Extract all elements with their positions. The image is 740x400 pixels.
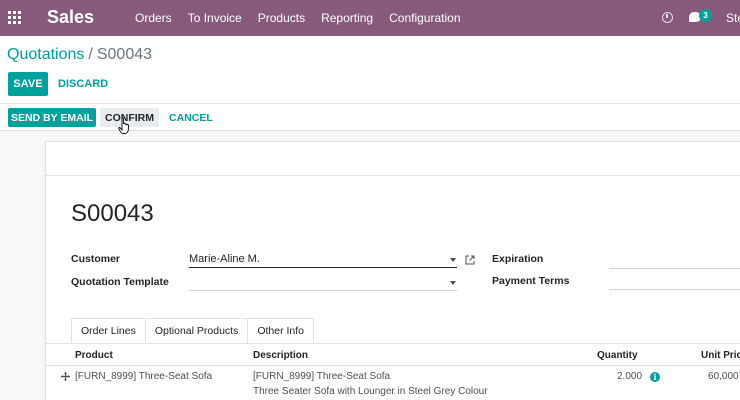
tab-order-lines[interactable]: Order Lines bbox=[71, 318, 146, 343]
column-header-product[interactable]: Product bbox=[75, 350, 113, 361]
external-link-icon[interactable] bbox=[465, 255, 475, 265]
control-panel: Quotations / S00043 SAVE DISCARD bbox=[0, 36, 740, 104]
app-name[interactable]: Sales bbox=[47, 7, 94, 28]
customer-value: Marie-Aline M. bbox=[189, 253, 260, 265]
cancel-button[interactable]: CANCEL bbox=[169, 108, 213, 127]
menu-item-to-invoice[interactable]: To Invoice bbox=[180, 11, 250, 25]
drag-handle-icon[interactable] bbox=[61, 372, 70, 381]
column-header-quantity[interactable]: Quantity bbox=[597, 350, 638, 361]
row-unit-price[interactable]: 60,000 bbox=[708, 371, 739, 382]
quotation-title: S00043 bbox=[71, 200, 154, 227]
tab-optional-products[interactable]: Optional Products bbox=[145, 318, 249, 343]
activity-clock-icon[interactable] bbox=[662, 12, 673, 23]
send-by-email-button[interactable]: SEND BY EMAIL bbox=[8, 108, 96, 127]
statusbar: SEND BY EMAIL CONFIRM CANCEL bbox=[0, 104, 740, 131]
save-button[interactable]: SAVE bbox=[8, 72, 48, 96]
customer-label: Customer bbox=[71, 253, 121, 265]
payment-terms-label: Payment Terms bbox=[492, 275, 570, 287]
menu-item-products[interactable]: Products bbox=[250, 11, 313, 25]
table-header-divider bbox=[46, 365, 740, 366]
breadcrumb-current: S00043 bbox=[96, 46, 153, 63]
messages-count-badge: 3 bbox=[699, 9, 712, 22]
info-icon[interactable]: i bbox=[650, 372, 660, 382]
sheet-header bbox=[46, 142, 740, 176]
column-header-unit-price[interactable]: Unit Pric bbox=[701, 350, 740, 361]
apps-menu-icon[interactable] bbox=[8, 11, 21, 24]
breadcrumb-separator: / bbox=[88, 46, 93, 63]
discard-button[interactable]: DISCARD bbox=[58, 72, 108, 96]
main-menu: Orders To Invoice Products Reporting Con… bbox=[127, 0, 469, 36]
expiration-field[interactable] bbox=[609, 253, 740, 269]
customer-dropdown-icon[interactable] bbox=[450, 258, 456, 262]
menu-item-reporting[interactable]: Reporting bbox=[313, 11, 381, 25]
form-sheet: S00043 Customer Marie-Aline M. Quotation… bbox=[45, 141, 740, 400]
customer-field[interactable]: Marie-Aline M. bbox=[189, 252, 457, 268]
payment-terms-field[interactable] bbox=[609, 274, 740, 290]
row-quantity[interactable]: 2.000 bbox=[617, 371, 642, 382]
column-header-description[interactable]: Description bbox=[253, 350, 308, 361]
expiration-label: Expiration bbox=[492, 253, 544, 265]
user-menu[interactable]: Ste bbox=[726, 11, 740, 25]
form-tabs: Order Lines Optional Products Other Info bbox=[71, 318, 315, 343]
breadcrumb-quotations-link[interactable]: Quotations bbox=[7, 46, 84, 63]
tabs-divider bbox=[46, 343, 740, 344]
breadcrumb: Quotations / S00043 bbox=[7, 46, 152, 64]
top-navbar: Sales Orders To Invoice Products Reporti… bbox=[0, 0, 740, 36]
menu-item-configuration[interactable]: Configuration bbox=[381, 11, 468, 25]
quotation-template-label: Quotation Template bbox=[71, 276, 169, 288]
tab-other-info[interactable]: Other Info bbox=[248, 318, 315, 343]
row-description-line1[interactable]: [FURN_8999] Three-Seat Sofa bbox=[253, 371, 390, 382]
row-product[interactable]: [FURN_8999] Three-Seat Sofa bbox=[75, 371, 212, 382]
row-description-line2[interactable]: Three Seater Sofa with Lounger in Steel … bbox=[253, 386, 488, 397]
menu-item-orders[interactable]: Orders bbox=[127, 11, 180, 25]
template-dropdown-icon[interactable] bbox=[450, 281, 456, 285]
quotation-template-field[interactable] bbox=[189, 275, 457, 291]
hand-cursor-icon bbox=[118, 117, 129, 134]
